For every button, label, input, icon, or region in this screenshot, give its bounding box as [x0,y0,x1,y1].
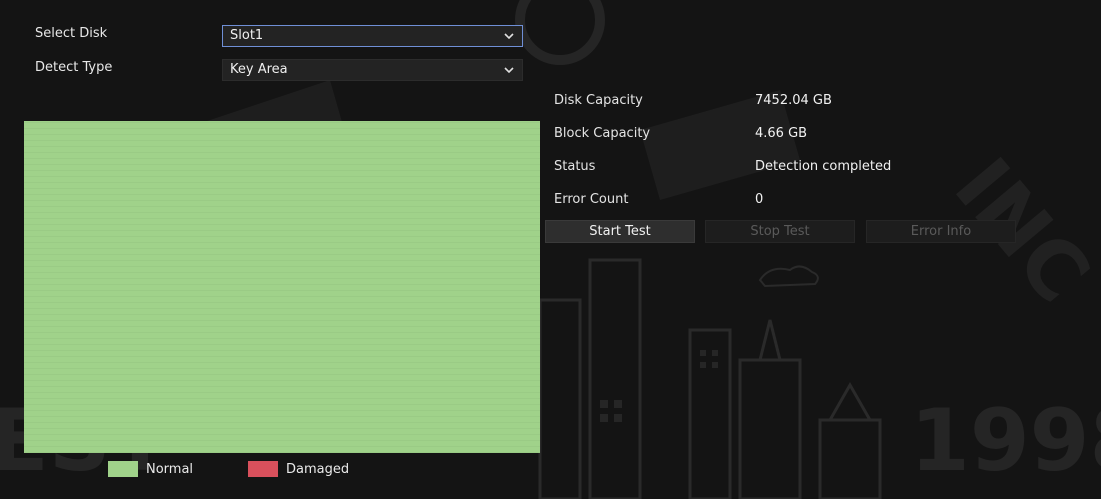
block-capacity-value: 4.66 GB [755,126,808,141]
chevron-down-icon [504,26,516,46]
damaged-legend-swatch [248,461,278,477]
detect-type-value: Key Area [230,62,288,77]
status-value: Detection completed [755,159,892,174]
disk-capacity-label: Disk Capacity [554,93,643,108]
select-disk-value: Slot1 [230,28,264,43]
status-label: Status [554,159,596,174]
damaged-legend-label: Damaged [286,462,350,477]
normal-legend-swatch [108,461,138,477]
disk-capacity-value: 7452.04 GB [755,93,832,108]
select-disk-label: Select Disk [35,26,108,41]
detect-type-dropdown[interactable]: Key Area [222,59,523,81]
block-grid [24,121,540,453]
error-count-label: Error Count [554,192,629,207]
block-capacity-label: Block Capacity [554,126,651,141]
start-test-button[interactable]: Start Test [545,220,695,243]
error-info-button[interactable]: Error Info [866,220,1016,243]
error-count-value: 0 [755,192,764,207]
chevron-down-icon [504,60,516,80]
detection-block-map [24,121,540,453]
normal-legend-label: Normal [146,462,194,477]
select-disk-dropdown[interactable]: Slot1 [222,25,523,47]
detect-type-label: Detect Type [35,60,113,75]
stop-test-button[interactable]: Stop Test [705,220,855,243]
